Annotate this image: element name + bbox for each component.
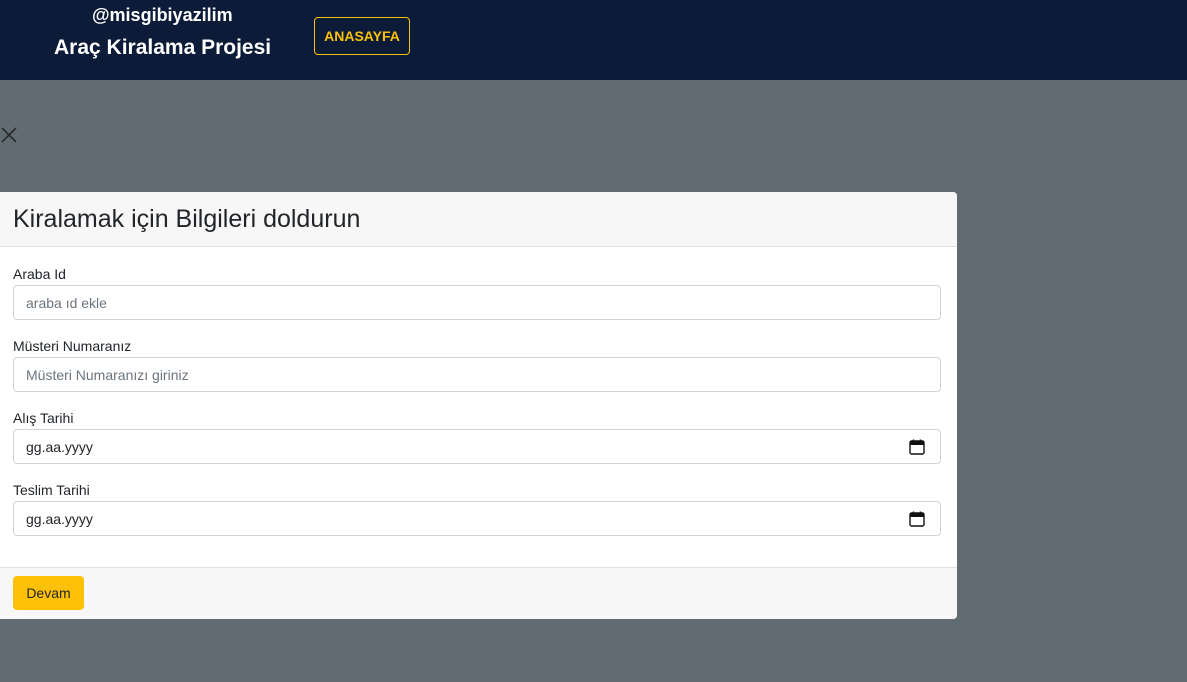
car-id-input[interactable]: araba ıd ekle bbox=[13, 285, 941, 320]
car-id-placeholder: araba ıd ekle bbox=[26, 294, 107, 311]
pickup-date-label: Alış Tarihi bbox=[13, 410, 74, 426]
return-date-label: Teslim Tarihi bbox=[13, 482, 90, 498]
brand-title: Araç Kiralama Projesi bbox=[54, 36, 272, 59]
pickup-date-value: gg.aa.yyyy bbox=[26, 438, 93, 455]
customer-number-placeholder: Müsteri Numaranızı giriniz bbox=[26, 366, 189, 383]
rental-modal: Kiralamak için Bilgileri doldurun Araba … bbox=[0, 192, 957, 619]
calendar-icon[interactable] bbox=[909, 439, 925, 455]
modal-title: Kiralamak için Bilgileri doldurun bbox=[13, 205, 361, 233]
return-date-value: gg.aa.yyyy bbox=[26, 510, 93, 527]
return-date-input[interactable]: gg.aa.yyyy bbox=[13, 501, 941, 536]
modal-body: Araba Id araba ıd ekle Müsteri Numaranız… bbox=[0, 247, 957, 567]
close-icon[interactable] bbox=[0, 126, 18, 144]
modal-header: Kiralamak için Bilgileri doldurun bbox=[0, 192, 957, 247]
brand-handle: @misgibiyazilim bbox=[92, 5, 233, 25]
customer-number-label: Müsteri Numaranız bbox=[13, 338, 132, 354]
calendar-icon[interactable] bbox=[909, 511, 925, 527]
home-button[interactable]: ANASAYFA bbox=[314, 17, 410, 55]
continue-button[interactable]: Devam bbox=[13, 576, 84, 610]
car-id-label: Araba Id bbox=[13, 266, 66, 282]
navbar: @misgibiyazilim Araç Kiralama Projesi AN… bbox=[0, 0, 1187, 80]
customer-number-input[interactable]: Müsteri Numaranızı giriniz bbox=[13, 357, 941, 392]
modal-footer: Devam bbox=[0, 567, 957, 619]
pickup-date-input[interactable]: gg.aa.yyyy bbox=[13, 429, 941, 464]
